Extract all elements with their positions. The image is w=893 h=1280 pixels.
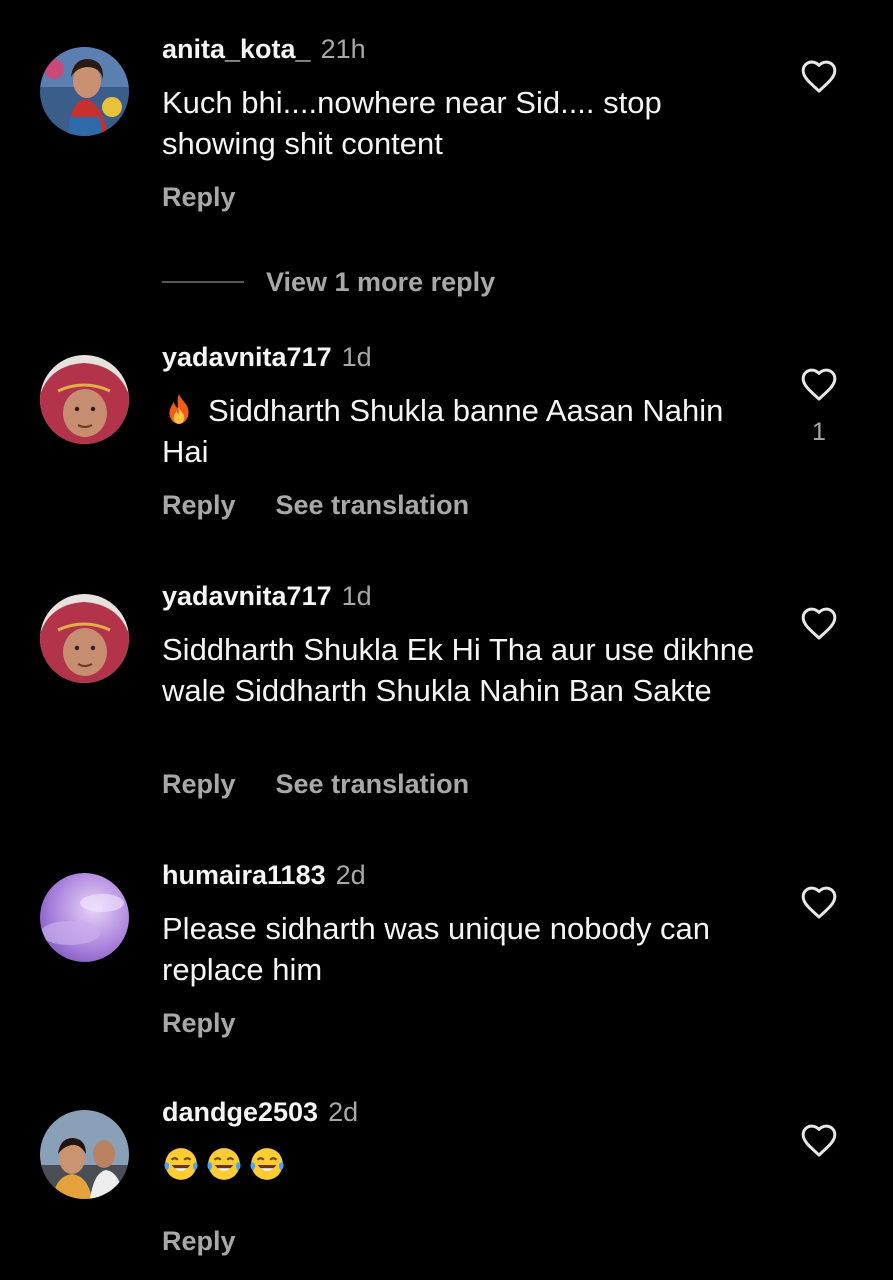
fire-emoji-icon [169,394,189,424]
like-button[interactable] [800,884,838,920]
heart-icon [801,60,837,93]
heart-icon [801,1124,837,1157]
comment-username[interactable]: anita_kota_ [162,34,311,64]
laughing-tears-emoji-icon [164,1148,198,1180]
reply-button[interactable]: Reply [162,490,236,520]
profile-photo [40,355,129,444]
profile-photo [40,1110,129,1199]
like-count: 1 [812,418,826,446]
replies-divider-line [162,281,244,283]
laughing-tears-emoji-icon [250,1148,284,1180]
reply-button[interactable]: Reply [162,1226,236,1256]
avatar[interactable] [40,594,129,683]
reply-button[interactable]: Reply [162,182,236,212]
laughing-tears-emoji-icon [207,1148,241,1180]
profile-photo [40,47,129,136]
like-button[interactable] [800,1122,838,1158]
reply-button[interactable]: Reply [162,1008,236,1038]
reply-button[interactable]: Reply [162,769,236,799]
avatar[interactable] [40,873,129,962]
see-translation-button[interactable]: See translation [276,490,470,520]
comment-timestamp: 2d [328,1097,359,1127]
avatar[interactable] [40,1110,129,1199]
comment-text: Siddharth Shukla Ek Hi Tha aur use dikhn… [162,632,755,708]
comment-text: Kuch bhi....nowhere near Sid.... stop sh… [162,85,662,161]
comment-timestamp: 1d [341,581,372,611]
profile-photo [40,594,129,683]
view-more-replies-button[interactable]: View 1 more reply [162,266,495,298]
see-translation-button[interactable]: See translation [276,769,470,799]
like-button[interactable] [800,605,838,641]
comment-timestamp: 21h [320,34,366,64]
comment-text-content: Siddharth Shukla banne Aasan Nahin Hai [162,393,724,469]
heart-icon [801,607,837,640]
comment-text: Siddharth Shukla banne Aasan Nahin Hai [162,390,762,472]
comment-timestamp: 2d [335,860,366,890]
comment-timestamp: 1d [341,342,372,372]
comment-username[interactable]: dandge2503 [162,1097,318,1127]
comment-emojis [162,1145,762,1187]
avatar[interactable] [40,355,129,444]
comment-username[interactable]: yadavnita717 [162,342,332,372]
profile-photo [40,873,129,962]
comment-username[interactable]: humaira1183 [162,860,326,890]
heart-icon [801,368,837,401]
view-more-replies-label: View 1 more reply [266,266,496,297]
heart-icon [801,886,837,919]
like-button[interactable] [800,58,838,94]
like-button[interactable] [800,366,838,402]
comment-username[interactable]: yadavnita717 [162,581,332,611]
avatar[interactable] [40,47,129,136]
comment-text: Please sidharth was unique nobody can re… [162,911,711,987]
